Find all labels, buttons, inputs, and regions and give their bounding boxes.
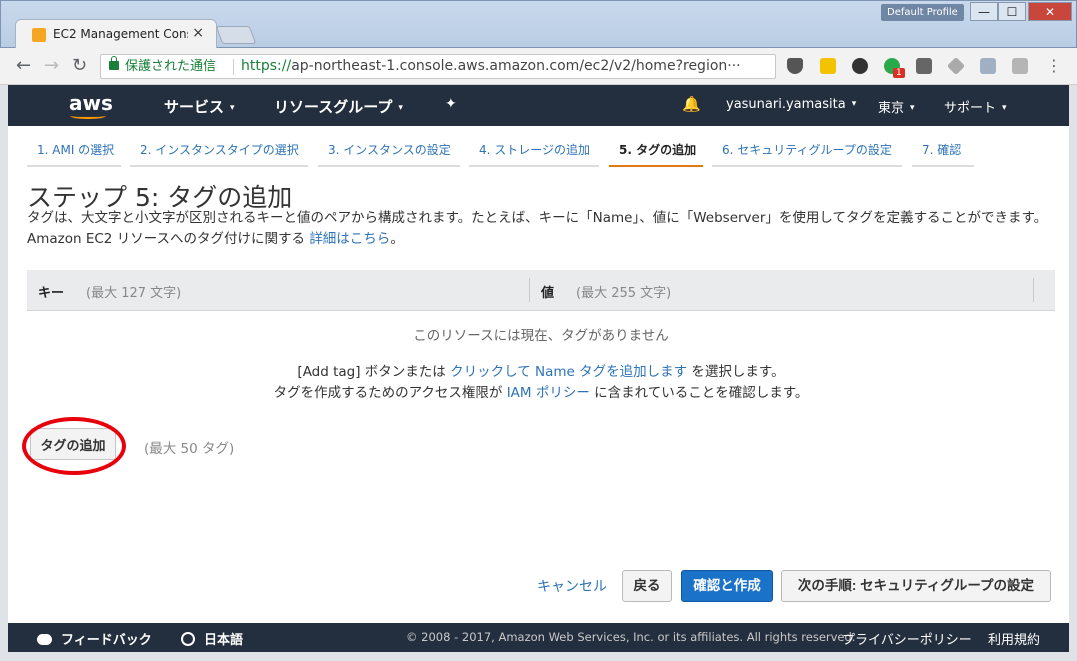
pdf-icon[interactable] xyxy=(1012,58,1028,74)
new-tab-button[interactable] xyxy=(215,26,257,44)
dropbox-icon[interactable] xyxy=(980,58,996,74)
evernote-icon[interactable] xyxy=(852,58,868,74)
browser-toolbar: ← → ↻ 保護された通信 https://ap-northeast-1.con… xyxy=(0,48,1077,85)
review-and-launch-button[interactable]: 確認と作成 xyxy=(681,570,773,602)
tab-storage[interactable]: 4. ストレージの追加 xyxy=(469,139,599,167)
annotation-red-circle xyxy=(22,417,126,475)
tab-instance-type[interactable]: 2. インスタンスタイプの選択 xyxy=(130,139,308,167)
lock-icon xyxy=(109,56,119,70)
browser-tab[interactable]: EC2 Management Cons × xyxy=(15,19,217,49)
next-security-group-button[interactable]: 次の手順: セキュリティグループの設定 xyxy=(781,570,1051,602)
aws-footer: フィードバック 日本語 © 2008 - 2017, Amazon Web Se… xyxy=(8,623,1069,652)
aws-logo[interactable]: aws xyxy=(69,91,113,115)
pocket-icon[interactable] xyxy=(787,58,803,74)
address-bar[interactable]: 保護された通信 https://ap-northeast-1.console.a… xyxy=(100,54,776,79)
aws-top-nav: aws サービス ▾ リソースグループ ▾ ✦ 🔔 yasunari.yamasit… xyxy=(8,85,1069,126)
script-icon[interactable] xyxy=(916,58,932,74)
support-menu[interactable]: サポート ▾ xyxy=(944,97,1007,116)
tab-instance-config[interactable]: 3. インスタンスの設定 xyxy=(318,139,460,167)
add-name-tag-link[interactable]: クリックして Name タグを追加します xyxy=(450,364,687,380)
empty-tags-message: このリソースには現在、タグがありません xyxy=(413,328,669,344)
tag-table-header: キー (最大 127 文字) 値 (最大 255 文字) xyxy=(27,270,1055,311)
add-tag-instruction: [Add tag] ボタンまたは クリックして Name タグを追加します を選… xyxy=(297,364,785,380)
drive-icon[interactable] xyxy=(946,56,966,76)
key-column-header: キー (最大 127 文字) xyxy=(38,286,182,301)
iam-instruction: タグを作成するためのアクセス権限が IAM ポリシー に含まれていることを確認し… xyxy=(273,385,809,401)
reload-icon[interactable]: ↻ xyxy=(72,56,87,76)
extension-badge: 1 xyxy=(893,68,905,78)
privacy-policy-link[interactable]: プライバシーポリシー xyxy=(842,629,972,648)
chevron-down-icon: ▾ xyxy=(230,103,235,113)
tab-ami[interactable]: 1. AMI の選択 xyxy=(27,139,121,167)
speech-bubble-icon xyxy=(37,634,52,645)
tab-add-tags[interactable]: 5. タグの追加 xyxy=(609,139,703,167)
iam-policy-link[interactable]: IAM ポリシー xyxy=(507,385,590,401)
page-description: タグは、大文字と小文字が区別されるキーと値のペアから構成されます。たとえば、キー… xyxy=(27,210,1048,247)
url-text: https://ap-northeast-1.console.aws.amazo… xyxy=(241,58,741,74)
back-button[interactable]: 戻る xyxy=(622,570,672,602)
max-tags-hint: (最大 50 タグ) xyxy=(144,441,235,457)
aws-smile-icon xyxy=(70,113,106,119)
learn-more-link[interactable]: 詳細はこちら xyxy=(309,231,390,247)
language-selector[interactable]: 日本語 xyxy=(181,629,243,648)
terms-link[interactable]: 利用規約 xyxy=(988,629,1040,648)
forward-icon[interactable]: → xyxy=(44,56,59,76)
services-menu[interactable]: サービス ▾ xyxy=(164,96,235,117)
tab-title: EC2 Management Cons xyxy=(53,27,188,41)
account-menu[interactable]: yasunari.yamasita ▾ xyxy=(726,97,856,112)
value-column-header: 値 (最大 255 文字) xyxy=(541,286,672,301)
feedback-link[interactable]: フィードバック xyxy=(37,629,152,648)
tab-review[interactable]: 7. 確認 xyxy=(912,139,974,167)
copyright: © 2008 - 2017, Amazon Web Services, Inc.… xyxy=(406,630,856,644)
back-icon[interactable]: ← xyxy=(16,56,31,76)
minimize-button[interactable]: — xyxy=(970,2,998,21)
tab-security-group[interactable]: 6. セキュリティグループの設定 xyxy=(712,139,902,167)
bell-icon[interactable]: 🔔 xyxy=(682,95,701,113)
browser-menu-icon[interactable]: ⋮ xyxy=(1046,56,1062,76)
secure-label: 保護された通信 xyxy=(125,59,217,74)
profile-button[interactable]: Default Profile xyxy=(881,4,964,21)
pin-icon[interactable]: ✦ xyxy=(445,96,457,112)
resource-groups-menu[interactable]: リソースグループ ▾ xyxy=(274,96,403,117)
tab-close-icon[interactable]: × xyxy=(192,25,204,41)
close-window-button[interactable]: ✕ xyxy=(1028,2,1072,21)
maximize-button[interactable]: ☐ xyxy=(998,2,1026,21)
launch-wizard: 1. AMI の選択 2. インスタンスタイプの選択 3. インスタンスの設定 … xyxy=(8,126,1069,623)
cancel-button[interactable]: キャンセル xyxy=(532,570,612,602)
extension-icon[interactable] xyxy=(820,58,836,74)
globe-icon xyxy=(181,632,195,646)
region-menu[interactable]: 東京 ▾ xyxy=(878,97,915,116)
browser-titlebar: EC2 Management Cons × Default Profile — … xyxy=(0,0,1077,49)
chevron-down-icon: ▾ xyxy=(398,103,403,113)
aws-cube-icon xyxy=(32,28,46,42)
